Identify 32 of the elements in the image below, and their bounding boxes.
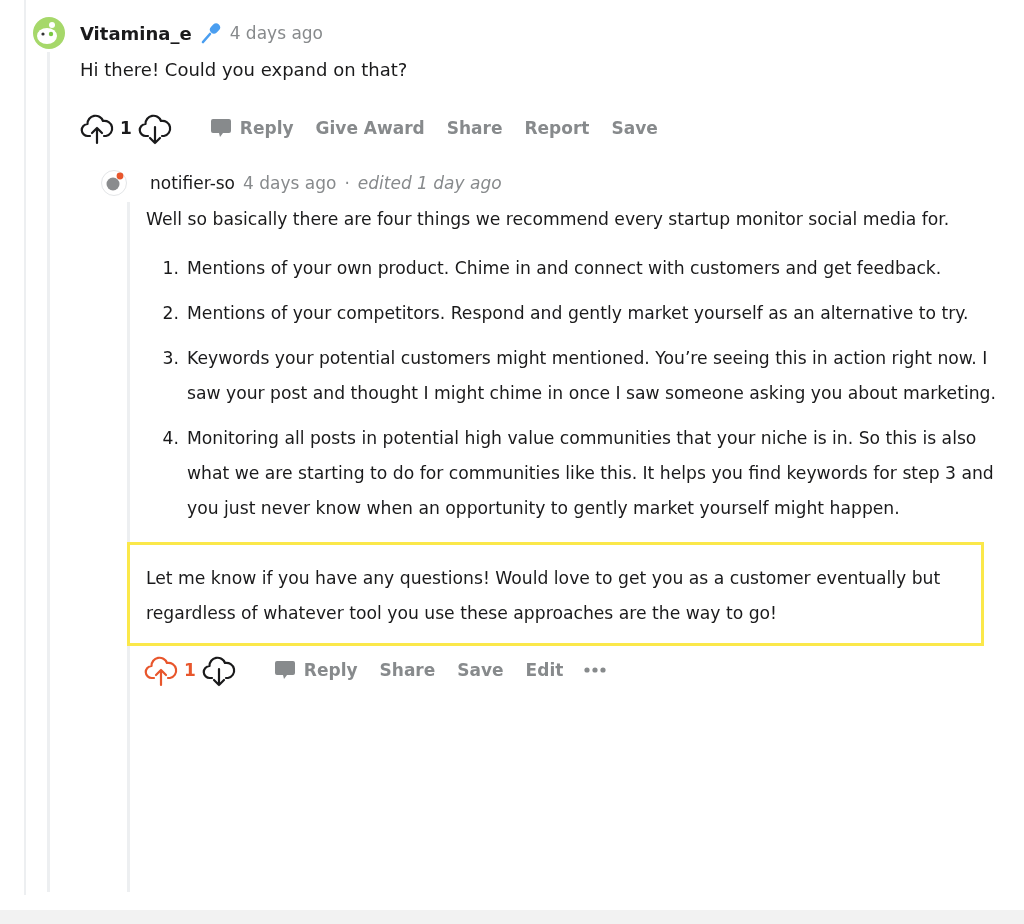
timestamp: 4 days ago (229, 23, 323, 43)
action-button[interactable]: Edit (517, 654, 572, 686)
list-number: 2. (161, 302, 179, 325)
list-number: 1. (161, 257, 179, 280)
comment-text: Well so basically there are four things we recommend every startup monitor social media for. (145, 208, 951, 231)
list-number: 3. (161, 347, 179, 370)
list-item-text: Monitoring all posts in potential high value communities that your niche is in. So this is also what we are starting to do for communities like this. It helps you find keywords for step 3 and you just never know when an opportunity to gently market yourself might happen. (187, 427, 995, 520)
avatar-icon[interactable] (100, 169, 128, 197)
action-button[interactable]: Share (438, 111, 511, 144)
comment-icon (209, 116, 232, 139)
reply-button[interactable]: Reply (265, 653, 366, 687)
vote-count: 1 (120, 117, 132, 138)
comment-icon (273, 659, 296, 681)
comment-text: Hi there! Could you expand on that? (80, 58, 409, 82)
list-item-text: Mentions of your competitors. Respond and gently market yourself as an alternative to try. (187, 302, 970, 325)
timestamp: 4 days ago (243, 173, 337, 193)
vote-count: 1 (184, 660, 196, 680)
more-button[interactable] (583, 666, 608, 674)
list-item-text: Mentions of your own product. Chime in and connect with customers and get feedback. (187, 257, 943, 280)
highlighted-paragraph: Let me know if you have any questions! Would love to get you as a customer eventually but regardless of whatever tool you use these approaches are the way to go! (127, 542, 984, 646)
username[interactable]: Vitamina_e (80, 22, 192, 44)
action-button[interactable]: Give Award (307, 111, 433, 144)
action-button[interactable]: Save (603, 111, 666, 144)
action-button[interactable]: Save (449, 654, 512, 686)
action-button[interactable]: Share (371, 654, 444, 686)
edited-label: edited 1 day ago (357, 173, 502, 193)
action-button[interactable]: Report (516, 111, 598, 144)
separator: · (344, 173, 350, 193)
list-item-text: Keywords your potential customers might mentioned. You’re seeing this in action right now. I saw your post and thought I might chime in once I saw someone asking you about marketing. (187, 347, 997, 405)
reply-button[interactable]: Reply (201, 110, 302, 145)
list-number: 4. (161, 427, 179, 450)
username[interactable]: notifier-so (150, 173, 236, 193)
